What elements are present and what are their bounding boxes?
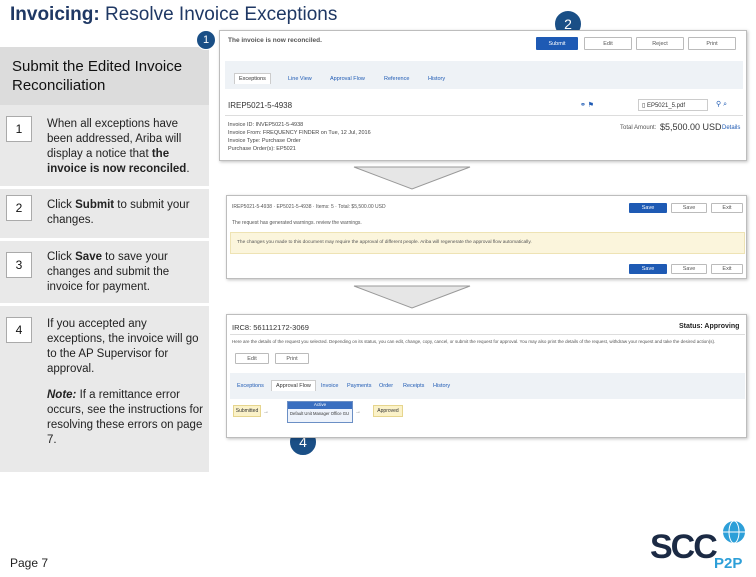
tab-history[interactable]: History [428, 76, 445, 82]
page-number: Page 7 [10, 556, 49, 570]
logo-text: SCC [650, 528, 717, 566]
save-screenshot: IREP5021-5-4938 · EP5021-5-4938 · Items:… [226, 195, 747, 279]
step-number: 4 [6, 317, 32, 343]
flow-end-node: Approved [373, 405, 403, 417]
step-number: 3 [6, 252, 32, 278]
note-text: Note: If a remittance error occurs, see … [47, 389, 203, 446]
status-badge: Status: Approving [679, 323, 740, 330]
approval-screenshot: IRC8: 561112172-3069 Status: Approving H… [226, 314, 747, 438]
warning-text: The request has generated warnings. revi… [232, 220, 362, 226]
divider [0, 238, 209, 241]
tab-bar [225, 61, 743, 89]
save-button-secondary-bottom[interactable]: Save [671, 264, 707, 274]
down-arrow-icon [353, 166, 471, 190]
tab-payments[interactable]: Payments [347, 383, 371, 389]
arrow-right-icon: → [355, 409, 361, 415]
edit-button[interactable]: Edit [235, 353, 269, 364]
attachment-field[interactable]: ▯ EP5021_5.pdf [638, 99, 708, 111]
print-button[interactable]: Print [688, 37, 736, 50]
divider [225, 115, 743, 116]
reject-button[interactable]: Reject [636, 37, 684, 50]
step-text: When all exceptions have been addressed,… [47, 118, 190, 175]
divider [0, 186, 209, 189]
total-amount: $5,500.00 USD [660, 122, 722, 132]
total-label: Total Amount: [620, 125, 657, 131]
tab-receipts[interactable]: Receipts [403, 383, 424, 389]
save-button-bottom[interactable]: Save [629, 264, 667, 274]
logo-graphic: SCC P2P [650, 520, 745, 572]
page-title: Invoicing: Resolve Invoice Exceptions [10, 4, 338, 25]
tab-history[interactable]: History [433, 383, 450, 389]
search-icon[interactable]: ⚲ ⌕ [716, 100, 727, 109]
step-number: 2 [6, 195, 32, 221]
logo-sub-text: P2P [714, 555, 742, 572]
exit-button[interactable]: Exit [711, 203, 743, 213]
link-icon[interactable]: ⚭ ⚑ [580, 101, 594, 109]
divider [0, 303, 209, 306]
tab-order[interactable]: Order [379, 383, 393, 389]
invoice-id: IREP5021-5-4938 [228, 101, 293, 110]
tab-approval-flow[interactable]: Approval Flow [330, 76, 365, 82]
tab-invoice[interactable]: Invoice [321, 383, 338, 389]
step-text: If you accepted any exceptions, the invo… [47, 318, 199, 375]
callout-1: 1 [196, 30, 216, 50]
reconciled-notice: The invoice is now reconciled. [228, 37, 322, 44]
flow-active-node[interactable]: Active Default Unit Manager Office GU [287, 401, 353, 423]
edit-button[interactable]: Edit [584, 37, 632, 50]
description-text: Here are the details of the request you … [232, 339, 716, 344]
print-button[interactable]: Print [275, 353, 309, 364]
down-arrow-icon [353, 285, 471, 309]
tab-exceptions[interactable]: Exceptions [234, 73, 271, 84]
details-link[interactable]: Details [722, 125, 740, 131]
step-text: Click Submit to submit your changes. [47, 199, 190, 226]
scc-p2p-logo: SCC P2P [646, 516, 752, 572]
tab-approval-flow[interactable]: Approval Flow [271, 380, 316, 391]
section-heading: Submit the Edited Invoice Reconciliation [0, 47, 209, 105]
active-node-text: Default Unit Manager Office GU [290, 411, 350, 416]
document-header: IREP5021-5-4938 · EP5021-5-4938 · Items:… [232, 204, 386, 210]
save-button[interactable]: Save [629, 203, 667, 213]
arrow-right-icon: → [263, 409, 269, 415]
active-node-title: Active [288, 402, 352, 409]
step-number: 1 [6, 116, 32, 142]
notice-banner: The changes you made to this document ma… [230, 232, 745, 254]
invoice-info: Invoice ID: INVEP5021-5-4938 Invoice Fro… [228, 122, 371, 152]
submit-button[interactable]: Submit [536, 37, 578, 50]
document-id: IRC8: 561112172-3069 [232, 323, 309, 332]
invoice-screenshot: The invoice is now reconciled. Submit Ed… [219, 30, 747, 161]
exit-button-bottom[interactable]: Exit [711, 264, 743, 274]
step-text: Click Save to save your changes and subm… [47, 251, 170, 293]
tab-exceptions[interactable]: Exceptions [237, 383, 264, 389]
save-button-secondary[interactable]: Save [671, 203, 707, 213]
flow-start-node: Submitted [233, 405, 261, 417]
tab-reference[interactable]: Reference [384, 76, 409, 82]
divider [230, 334, 745, 335]
tab-line-view[interactable]: Line View [288, 76, 312, 82]
